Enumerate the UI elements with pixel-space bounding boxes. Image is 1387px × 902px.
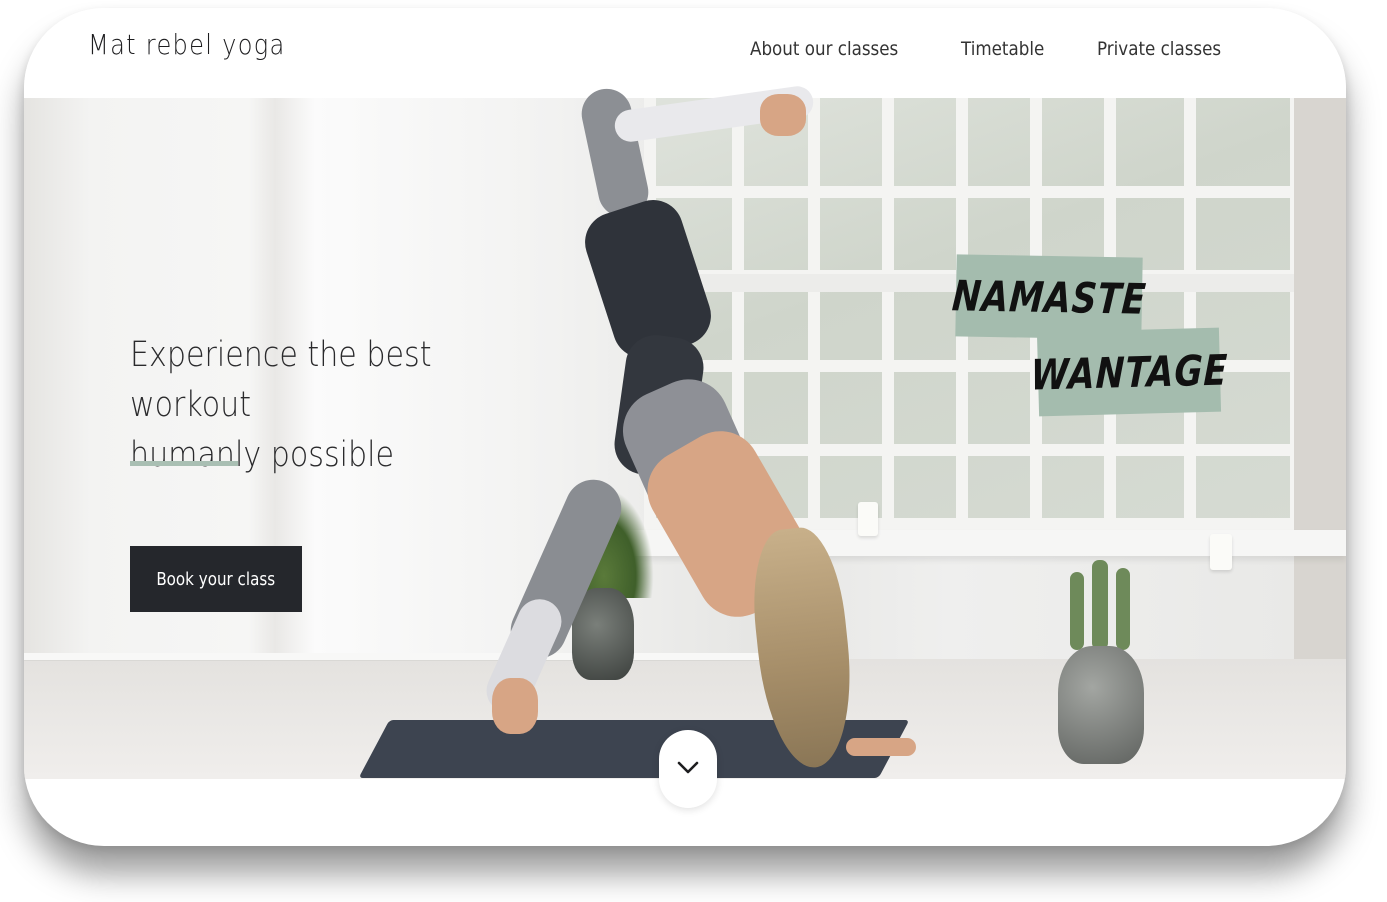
book-class-button-label: Book your class xyxy=(156,568,276,590)
chevron-down-icon xyxy=(677,761,699,778)
nav-link-about-classes[interactable]: About our classes xyxy=(750,38,898,60)
sticker-namaste-text: NAMASTE xyxy=(950,270,1148,324)
nav-link-private-classes[interactable]: Private classes xyxy=(1097,38,1221,60)
cactus-image xyxy=(1070,572,1084,650)
hero-headline: Experience the best workout humanly poss… xyxy=(130,330,491,480)
baseboard-image xyxy=(24,653,791,661)
site-logo[interactable]: Mat rebel yoga xyxy=(88,28,286,61)
hero-headline-line2: humanly possible xyxy=(130,435,394,475)
candle-image xyxy=(858,502,878,536)
main-nav: About our classes Timetable Private clas… xyxy=(750,38,1238,60)
hero-headline-line1: Experience the best workout xyxy=(130,335,432,425)
cactus-image xyxy=(1116,568,1130,650)
sticker-wantage-text: WANTAGE xyxy=(1029,344,1229,400)
cactus-image xyxy=(1092,560,1108,650)
book-class-button[interactable]: Book your class xyxy=(130,546,302,612)
cactus-pot-image xyxy=(1058,646,1144,764)
sticker-namaste: NAMASTE xyxy=(950,254,1148,340)
site-header: Mat rebel yoga About our classes Timetab… xyxy=(24,8,1346,98)
hero-section: Experience the best workout humanly poss… xyxy=(24,84,1346,779)
candle-image xyxy=(1210,534,1232,570)
accent-divider xyxy=(130,461,238,466)
scroll-down-button[interactable] xyxy=(659,730,717,808)
sticker-wantage: WANTAGE xyxy=(1030,327,1228,417)
nav-link-timetable[interactable]: Timetable xyxy=(961,38,1044,60)
page-frame: Mat rebel yoga About our classes Timetab… xyxy=(24,8,1346,846)
